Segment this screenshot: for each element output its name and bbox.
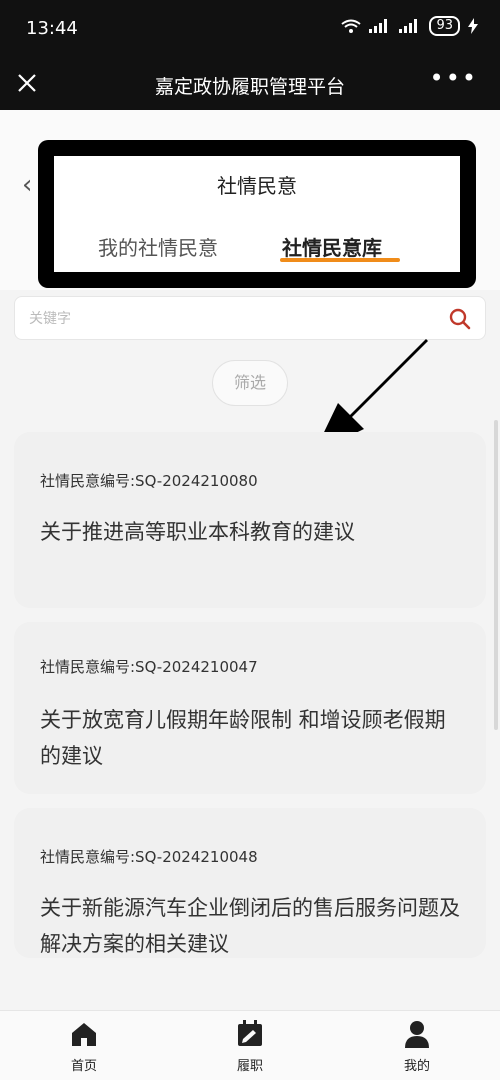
scrollbar[interactable] — [494, 420, 498, 730]
record-title: 关于放宽育儿假期年龄限制 和增设顾老假期的建议 — [40, 708, 446, 768]
home-icon — [72, 1023, 96, 1046]
record-card[interactable]: 社情民意编号:SQ-2024210048 关于新能源汽车企业倒闭后的售后服务问题… — [14, 808, 486, 958]
calendar-icon — [238, 1020, 262, 1046]
record-code: 社情民意编号:SQ-2024210080 — [40, 472, 258, 490]
search-bar — [14, 296, 486, 340]
charging-icon — [468, 18, 478, 34]
record-card[interactable]: 社情民意编号:SQ-2024210047 关于放宽育儿假期年龄限制 和增设顾老假… — [14, 622, 486, 794]
tabbar-label: 履职 — [236, 1059, 263, 1074]
back-chevron-icon[interactable]: ‹ — [22, 170, 32, 200]
more-menu-button[interactable]: ••• — [430, 64, 478, 92]
bottom-tab-bar: 首页 履职 我的 — [0, 1010, 500, 1080]
record-card[interactable]: 社情民意编号:SQ-2024210080 关于推进高等职业本科教育的建议 — [14, 432, 486, 608]
record-title: 关于推进高等职业本科教育的建议 — [40, 520, 355, 544]
tabbar-label: 首页 — [70, 1059, 97, 1074]
tabbar-item-mine[interactable]: 我的 — [377, 1019, 457, 1074]
tabbar-item-home[interactable]: 首页 — [44, 1019, 124, 1074]
annotation-highlight-box — [38, 140, 476, 288]
battery-indicator: 93 — [429, 16, 460, 36]
top-nav-bar: 嘉定政协履职管理平台 ••• — [0, 58, 500, 110]
active-tab-indicator — [280, 258, 400, 262]
record-code: 社情民意编号:SQ-2024210048 — [40, 848, 258, 866]
signal-icon — [399, 19, 418, 33]
search-input[interactable] — [29, 307, 429, 331]
signal-icon — [369, 19, 388, 33]
status-icons: 93 — [341, 16, 478, 36]
tab-my-opinions[interactable]: 我的社情民意 — [98, 232, 218, 261]
tab-opinions-library[interactable]: 社情民意库 — [282, 232, 382, 261]
filter-button[interactable]: 筛选 — [212, 360, 288, 406]
tabbar-item-duty[interactable]: 履职 — [210, 1019, 290, 1074]
wifi-icon — [341, 19, 362, 33]
status-time: 13:44 — [26, 18, 78, 39]
user-icon — [405, 1021, 429, 1048]
tabbar-label: 我的 — [403, 1059, 430, 1074]
record-title: 关于新能源汽车企业倒闭后的售后服务问题及解决方案的相关建议 — [40, 896, 460, 956]
status-bar: 13:44 93 — [0, 0, 500, 58]
search-icon[interactable] — [447, 306, 473, 332]
app-title: 嘉定政协履职管理平台 — [154, 76, 345, 98]
record-code: 社情民意编号:SQ-2024210047 — [40, 658, 258, 676]
page-title: 社情民意 — [217, 174, 297, 198]
